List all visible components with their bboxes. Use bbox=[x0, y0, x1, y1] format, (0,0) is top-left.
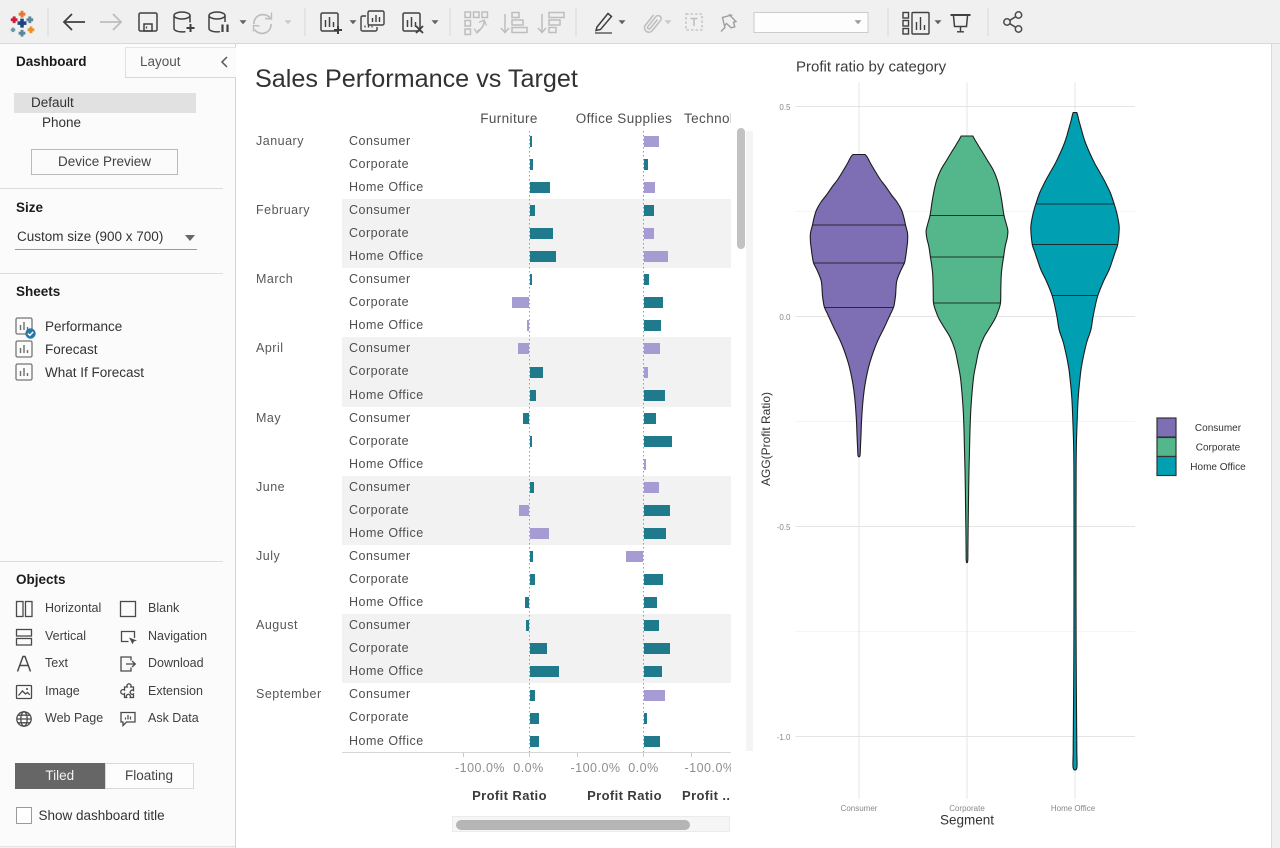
svg-text:Consumer: Consumer bbox=[841, 804, 878, 813]
svg-text:Consumer: Consumer bbox=[1195, 423, 1242, 434]
svg-text:Corporate: Corporate bbox=[1196, 443, 1241, 454]
svg-text:Home Office: Home Office bbox=[1051, 804, 1096, 813]
svg-text:-1.0: -1.0 bbox=[777, 733, 791, 742]
svg-text:Home Office: Home Office bbox=[1190, 462, 1246, 473]
svg-text:Profit ratio by category: Profit ratio by category bbox=[796, 59, 947, 76]
svg-text:0.5: 0.5 bbox=[779, 103, 791, 112]
svg-text:0.0: 0.0 bbox=[779, 313, 791, 322]
svg-text:Segment: Segment bbox=[940, 813, 994, 828]
svg-text:-0.5: -0.5 bbox=[777, 523, 791, 532]
svg-text:AGG(Profit Ratio): AGG(Profit Ratio) bbox=[759, 392, 773, 486]
